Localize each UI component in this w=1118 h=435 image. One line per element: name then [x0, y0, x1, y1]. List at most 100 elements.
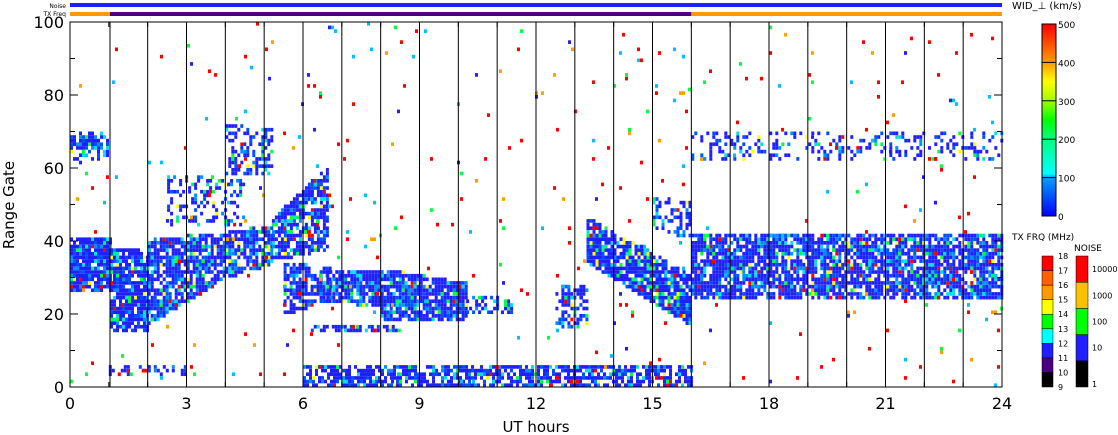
echo-cell: [628, 284, 632, 289]
echo-cell: [437, 284, 441, 289]
echo-cell: [345, 379, 348, 384]
echo-cell: [658, 299, 662, 304]
echo-cell: [597, 376, 600, 380]
echo-cell: [769, 255, 773, 260]
echo-cell: [134, 317, 137, 322]
echo-cell: [404, 299, 408, 304]
echo-cell: [174, 306, 178, 311]
echo-cell: [286, 273, 290, 278]
echo-cell: [589, 251, 593, 256]
echo-cell: [865, 262, 869, 267]
echo-cell: [289, 200, 293, 205]
echo-cell: [694, 277, 698, 282]
echo-cell: [156, 262, 160, 267]
echo-cell: [715, 262, 719, 267]
echo-cell: [643, 266, 647, 271]
echo-cell: [991, 281, 995, 285]
echo-cell: [239, 179, 243, 183]
echo-cell: [316, 237, 320, 242]
echo-cell: [316, 189, 320, 194]
echo-cell: [630, 365, 633, 369]
echo-cell: [434, 281, 438, 285]
echo-cell: [585, 321, 589, 325]
echo-cell: [140, 288, 143, 293]
echo-cell: [913, 281, 917, 285]
echo-cell: [595, 259, 599, 263]
echo-cell: [386, 270, 390, 274]
echo-cell: [901, 244, 905, 249]
echo-cell: [233, 189, 237, 194]
echo-cell: [392, 270, 396, 274]
echo-cell: [292, 310, 296, 315]
echo-cell: [763, 281, 767, 285]
echo-cell: [654, 365, 657, 369]
echo-cell: [243, 142, 247, 147]
echo-cell: [928, 255, 932, 260]
echo-cell: [880, 270, 884, 274]
echo-cell: [180, 270, 184, 274]
echo-cell: [627, 379, 630, 384]
echo-cell: [446, 314, 450, 318]
echo-cell: [988, 284, 992, 289]
echo-cell: [868, 284, 872, 289]
echo-cell: [280, 222, 284, 227]
echo-cell: [757, 237, 761, 242]
echo-cell: [754, 273, 758, 278]
echo-cell: [137, 262, 140, 267]
echo-cell: [958, 241, 962, 245]
echo-cell: [694, 284, 698, 289]
echo-cell: [601, 262, 605, 267]
echo-cell: [194, 182, 198, 187]
echo-cell: [627, 376, 630, 380]
echo-cell: [610, 230, 614, 234]
echo-cell: [799, 295, 803, 300]
echo-cell: [419, 310, 423, 315]
echo-cell: [973, 284, 977, 289]
echo-cell: [289, 266, 293, 271]
echo-cell: [856, 292, 860, 296]
echo-cell: [401, 295, 405, 300]
echo-cell: [682, 292, 686, 296]
echo-cell: [387, 368, 390, 373]
echo-cell: [712, 255, 716, 260]
echo-cell: [459, 365, 462, 369]
echo-cell: [724, 259, 728, 263]
echo-cell: [480, 365, 483, 369]
echo-cell: [106, 281, 109, 285]
echo-cell: [413, 310, 417, 315]
echo-cell: [895, 284, 899, 289]
echo-cell: [119, 324, 122, 329]
echo-cell: [898, 153, 902, 158]
echo-cell: [237, 241, 241, 245]
echo-cell: [838, 255, 842, 260]
echo-cell: [582, 314, 586, 318]
echo-cell: [790, 292, 794, 296]
echo-cell: [413, 273, 417, 278]
echo-cell: [700, 292, 704, 296]
echo-cell: [88, 248, 91, 252]
echo-cell: [333, 365, 336, 369]
echo-cell: [970, 266, 974, 271]
echo-cell: [189, 251, 193, 256]
echo-cell: [73, 138, 76, 143]
echo-cell: [940, 292, 944, 296]
echo-cell: [443, 314, 447, 318]
echo-cell: [607, 251, 611, 256]
echo-cell: [895, 259, 899, 263]
top-status-bars: [70, 3, 1002, 16]
echo-cell: [664, 306, 668, 311]
echo-cell: [916, 266, 920, 271]
echo-cell: [219, 262, 223, 267]
echo-cell: [772, 284, 776, 289]
echo-cell: [283, 211, 287, 216]
echo-cell: [603, 376, 606, 380]
echo-cell: [592, 230, 596, 234]
echo-cell: [700, 248, 704, 252]
echo-cell: [676, 314, 680, 318]
echo-cell: [865, 248, 869, 252]
echo-cell: [359, 284, 363, 289]
echo-cell: [179, 179, 183, 183]
echo-cell: [718, 138, 722, 143]
echo-cell: [916, 277, 920, 282]
echo-cell: [119, 317, 122, 322]
